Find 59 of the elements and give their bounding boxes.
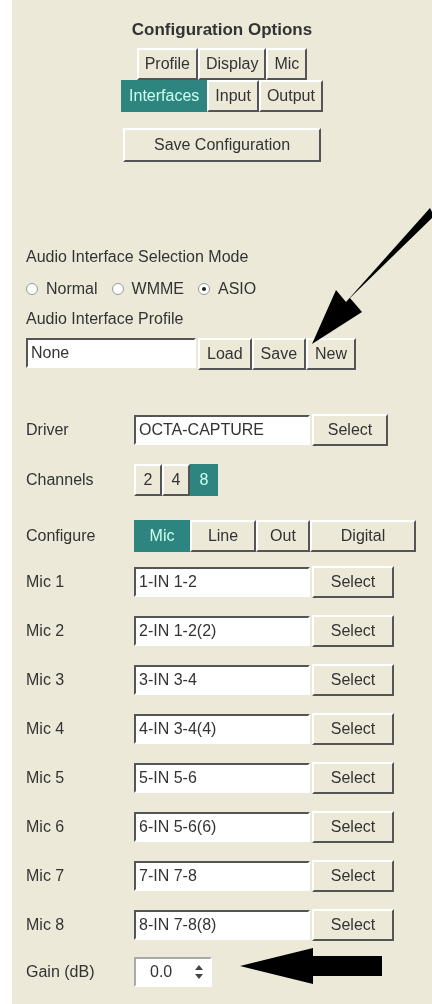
select-button[interactable]: Select (312, 811, 394, 843)
channel-count-button[interactable]: 4 (162, 464, 190, 496)
driver-field[interactable]: OCTA-CAPTURE (134, 415, 310, 445)
mic-input-field[interactable]: 4-IN 3-4(4) (134, 714, 310, 744)
radio-button[interactable] (26, 283, 38, 295)
select-button[interactable]: Select (312, 414, 388, 446)
configure-tab[interactable]: Mic (134, 520, 190, 552)
profile-button[interactable]: New (306, 338, 357, 370)
configure-label: Configure (26, 527, 97, 545)
mic-input-field[interactable]: 1-IN 1-2 (134, 567, 310, 597)
mic-label: Mic 3 (26, 671, 66, 689)
channels-label: Channels (26, 471, 95, 489)
radio-label: Normal (46, 280, 98, 298)
mic-label: Mic 8 (26, 916, 66, 934)
select-button[interactable]: Select (312, 713, 394, 745)
mic-input-field[interactable]: 7-IN 7-8 (134, 861, 310, 891)
mic-label: Mic 1 (26, 573, 66, 591)
configure-tab[interactable]: Digital (310, 520, 416, 552)
configure-tab[interactable]: Line (190, 520, 256, 552)
tab[interactable]: Interfaces (121, 80, 208, 112)
mic-label: Mic 5 (26, 769, 66, 787)
channel-count-button[interactable]: 2 (134, 464, 162, 496)
mic-input-field[interactable]: 2-IN 1-2(2) (134, 616, 310, 646)
section-label: Audio Interface Selection Mode (26, 248, 250, 266)
driver-label: Driver (26, 421, 70, 439)
profile-button[interactable]: Load (198, 338, 252, 370)
radio-button[interactable] (198, 283, 210, 295)
gain-label: Gain (dB) (26, 963, 96, 981)
select-button[interactable]: Select (312, 909, 394, 941)
configure-tab[interactable]: Out (256, 520, 310, 552)
mic-label: Mic 6 (26, 818, 66, 836)
select-button[interactable]: Select (312, 860, 394, 892)
mic-input-field[interactable]: 5-IN 5-6 (134, 763, 310, 793)
radio-label: WMME (131, 280, 184, 298)
radio-button[interactable] (111, 283, 124, 295)
tab[interactable]: Display (198, 48, 267, 80)
mic-input-field[interactable]: 6-IN 5-6(6) (134, 812, 310, 842)
spin-arrows-icon[interactable] (194, 963, 204, 981)
channel-count-button[interactable]: 8 (190, 464, 218, 496)
select-button[interactable]: Select (312, 615, 394, 647)
tab[interactable]: Mic (266, 48, 308, 80)
mic-input-field[interactable]: 8-IN 7-8(8) (134, 910, 310, 940)
select-button[interactable]: Select (312, 664, 394, 696)
profile-field[interactable]: None (26, 338, 196, 368)
mic-label: Mic 2 (26, 622, 66, 640)
mic-input-field[interactable]: 3-IN 3-4 (134, 665, 310, 695)
mic-label: Mic 7 (26, 867, 66, 885)
select-button[interactable]: Select (312, 566, 394, 598)
select-button[interactable]: Select (312, 762, 394, 794)
mic-label: Mic 4 (26, 720, 66, 738)
section-label: Audio Interface Profile (26, 310, 185, 328)
radio-label: ASIO (218, 280, 257, 298)
panel-title: Configuration Options (130, 19, 314, 41)
gain-spin-field[interactable]: 0.0 (134, 957, 212, 987)
profile-button[interactable]: Save (251, 338, 307, 370)
tab[interactable]: Output (258, 80, 323, 112)
tab[interactable]: Input (207, 80, 259, 112)
tab[interactable]: Profile (136, 48, 198, 80)
save-configuration-button[interactable]: Save Configuration (123, 128, 321, 162)
